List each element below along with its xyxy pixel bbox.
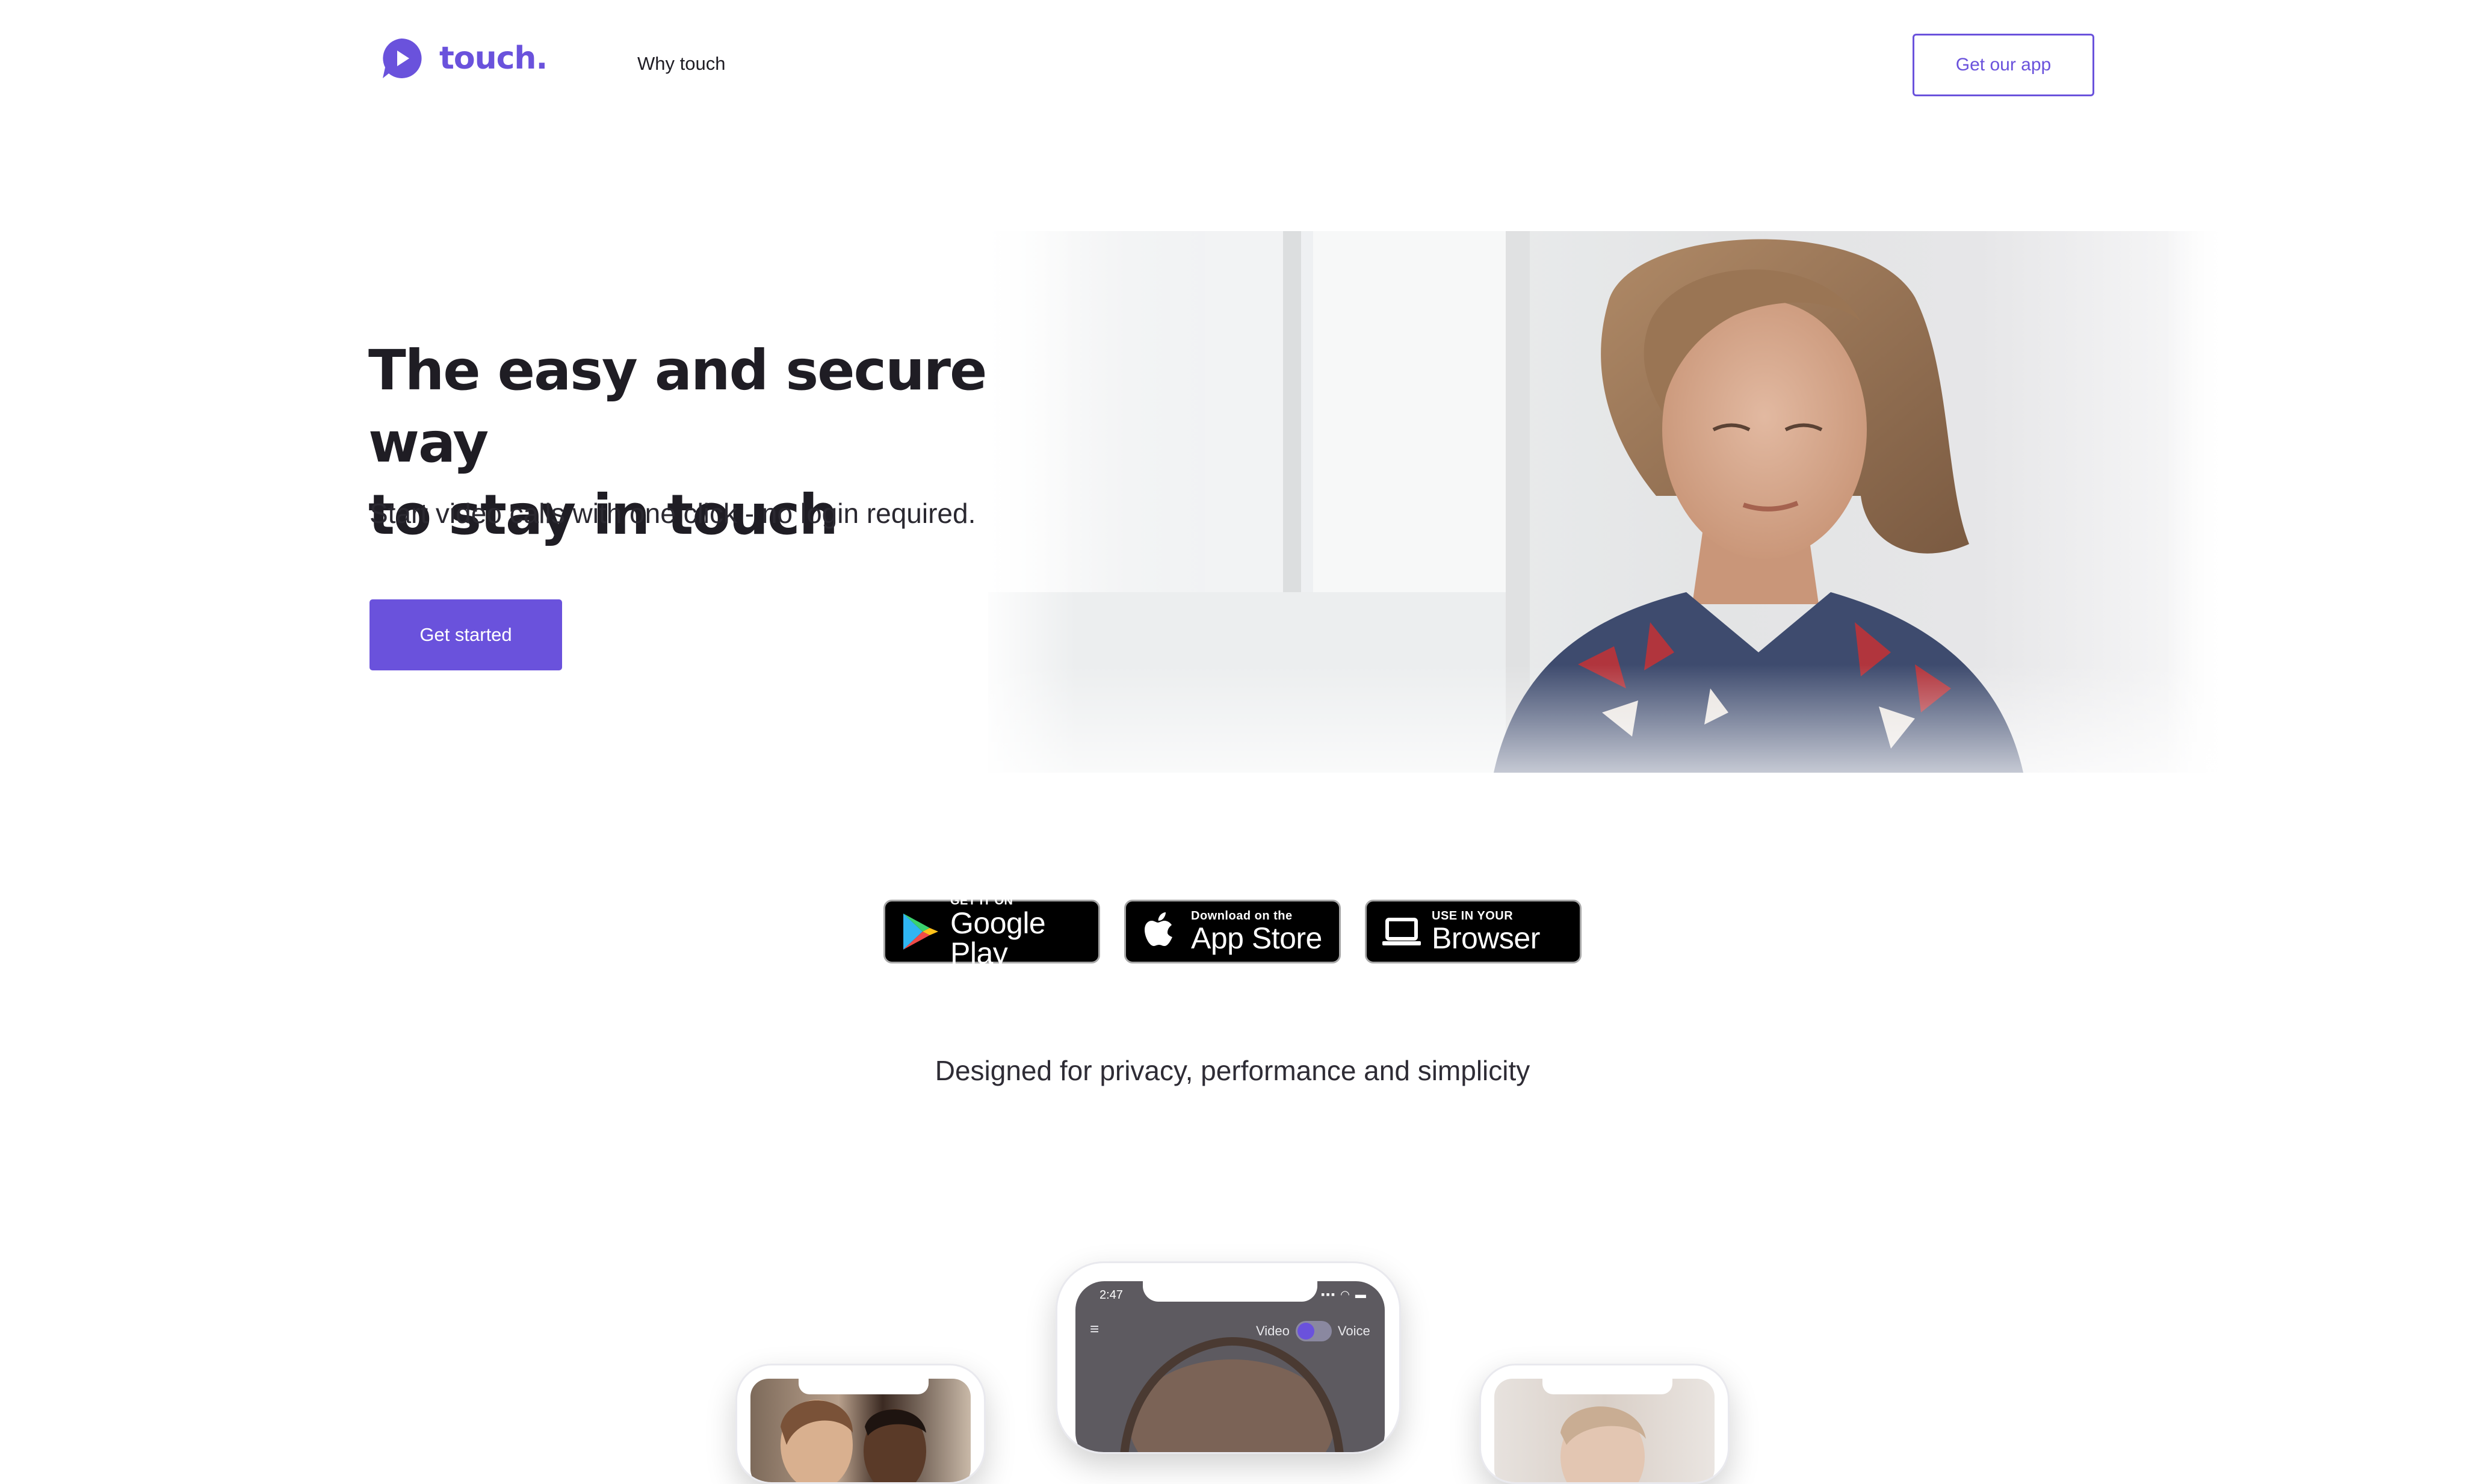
hero-title-line1: The easy and secure way [368, 338, 987, 475]
status-icons: ▪▪▪ ◠ ▬ [1321, 1288, 1367, 1300]
video-voice-toggle-row: Video Voice [1256, 1321, 1370, 1341]
apple-icon [1145, 912, 1172, 946]
google-play-icon [903, 914, 938, 950]
logo-play-icon [383, 38, 422, 78]
phone-center-notch [1143, 1281, 1317, 1302]
app-store-small: Download on the [1191, 909, 1293, 923]
phone-right-screen [1494, 1379, 1715, 1482]
hero-photo [976, 231, 2228, 773]
google-play-big: Google Play [950, 906, 1046, 970]
get-our-app-button[interactable]: Get our app [1913, 34, 2094, 96]
browser-badge[interactable]: USE IN YOUR Browser [1365, 900, 1582, 963]
phone-center: 2:47 ▪▪▪ ◠ ▬ ≡ Video Voice [1056, 1261, 1401, 1454]
voice-label: Voice [1337, 1323, 1370, 1338]
logo[interactable]: touch. [379, 36, 548, 81]
phone-left-screen [750, 1379, 971, 1482]
phone-left-notch [799, 1379, 929, 1394]
phone-right-notch [1542, 1379, 1672, 1394]
video-label: Video [1256, 1323, 1290, 1338]
logo-text: touch. [439, 40, 548, 76]
google-play-small: GET IT ON [950, 894, 1013, 907]
tagline: Designed for privacy, performance and si… [935, 1055, 1530, 1086]
menu-icon[interactable]: ≡ [1090, 1320, 1099, 1338]
app-store-badge[interactable]: Download on the App Store [1124, 900, 1341, 963]
browser-big: Browser [1432, 921, 1540, 955]
phone-center-screen: 2:47 ▪▪▪ ◠ ▬ ≡ Video Voice [1075, 1281, 1385, 1452]
browser-small: USE IN YOUR [1432, 909, 1514, 923]
phone-left [735, 1364, 986, 1484]
toggle-knob [1297, 1323, 1314, 1340]
get-started-button[interactable]: Get started [370, 599, 562, 670]
hero-subtitle: Start video calls with one click - no lo… [370, 498, 976, 529]
google-play-badge[interactable]: GET IT ON Google Play [883, 895, 1100, 968]
status-time: 2:47 [1100, 1288, 1123, 1302]
laptop-icon [1382, 918, 1421, 945]
video-voice-toggle[interactable] [1295, 1321, 1332, 1341]
app-store-big: App Store [1191, 921, 1322, 955]
store-badges: GET IT ON Google Play Download on the Ap… [0, 895, 2465, 968]
nav-why-touch-link[interactable]: Why touch [637, 53, 725, 75]
phone-right [1479, 1364, 1730, 1484]
